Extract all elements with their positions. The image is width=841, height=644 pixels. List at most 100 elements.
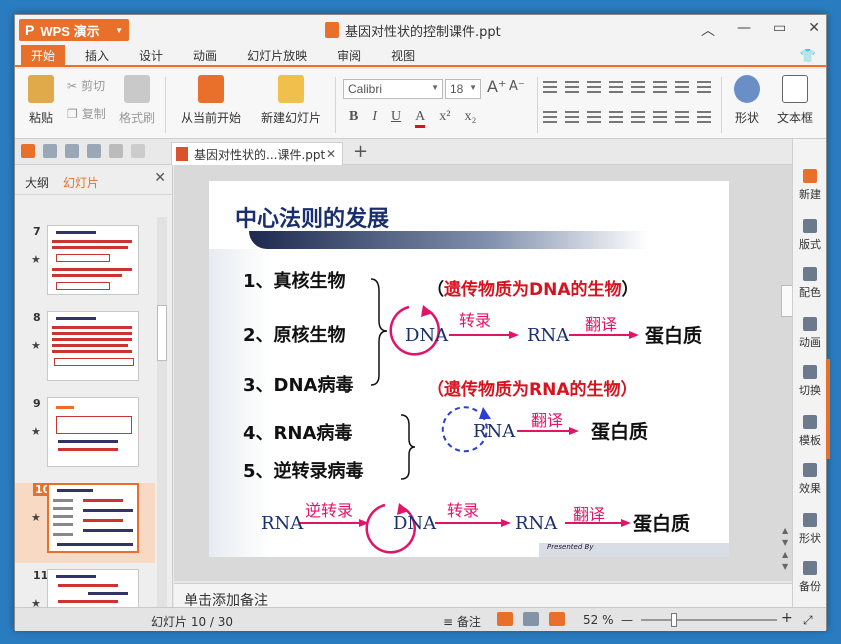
- fit-window-icon[interactable]: ⤢: [803, 613, 813, 628]
- star-icon: ★: [31, 597, 41, 607]
- print-preview-icon[interactable]: [87, 144, 101, 158]
- tab-insert[interactable]: 插入: [85, 45, 109, 66]
- note-dna-organisms[interactable]: （遗传物质为DNA的生物）: [427, 275, 639, 300]
- thumbnail-image: [47, 225, 139, 295]
- tab-review[interactable]: 审阅: [337, 45, 361, 66]
- tab-home[interactable]: 开始: [21, 44, 66, 66]
- open-folder-icon[interactable]: [21, 144, 35, 158]
- from-current-button[interactable]: 从当前开始: [173, 75, 249, 126]
- thumbnails-scrollbar[interactable]: [157, 217, 167, 607]
- slide-sorter-icon[interactable]: [523, 612, 539, 626]
- zoom-slider-knob[interactable]: [671, 613, 677, 627]
- cut-button[interactable]: ✂ 剪切: [67, 77, 105, 94]
- maximize-button[interactable]: ▭: [773, 20, 786, 40]
- close-button[interactable]: ✕: [808, 20, 820, 40]
- align-right-icon[interactable]: [587, 111, 601, 123]
- justify-icon[interactable]: [609, 111, 623, 123]
- note-rna-organisms[interactable]: （遗传物质为RNA的生物）: [427, 375, 637, 400]
- columns-icon[interactable]: [653, 81, 667, 93]
- shapes-button[interactable]: 形状: [793, 513, 827, 546]
- slide-thumbnail[interactable]: 7 ★: [15, 225, 155, 305]
- minimize-button[interactable]: —: [737, 20, 751, 40]
- tab-slides[interactable]: 幻灯片: [63, 174, 99, 191]
- paste-button[interactable]: 粘贴: [23, 75, 59, 126]
- tab-animation[interactable]: 动画: [193, 45, 217, 66]
- copy-button[interactable]: ❐ 复制: [67, 105, 106, 122]
- font-name-select[interactable]: Calibri ▼: [343, 79, 443, 99]
- redo-icon[interactable]: [131, 144, 145, 158]
- print-icon[interactable]: [65, 144, 79, 158]
- dna-label: DNA: [393, 513, 437, 534]
- animation-button[interactable]: 动画: [793, 317, 827, 350]
- close-tab-icon[interactable]: ✕: [326, 147, 336, 161]
- notes-toggle[interactable]: ≡ 备注: [443, 613, 481, 630]
- app-menu-button[interactable]: P WPS 演示 ▼: [19, 19, 129, 41]
- current-slide[interactable]: 中心法则的发展 1、真核生物 2、原核生物 3、DNA病毒 4、RNA病毒 5、…: [209, 181, 729, 557]
- zoom-slider[interactable]: [641, 613, 777, 627]
- shrink-font-icon[interactable]: A⁻: [509, 79, 525, 94]
- align-center-icon[interactable]: [565, 111, 579, 123]
- distribute-icon[interactable]: [631, 111, 645, 123]
- save-icon[interactable]: [43, 144, 57, 158]
- font-color-button[interactable]: A: [415, 109, 426, 128]
- layout-button[interactable]: 版式: [793, 219, 827, 252]
- template-footer: Presented By: [539, 543, 729, 557]
- format-painter-button[interactable]: 格式刷: [117, 75, 157, 126]
- new-slide-button[interactable]: 新建幻灯片: [253, 75, 329, 126]
- slide-thumbnail[interactable]: 9 ★: [15, 397, 155, 477]
- paragraph-spacing-icon[interactable]: [675, 111, 689, 123]
- skin-icon[interactable]: 👕: [800, 49, 816, 64]
- increase-indent-icon[interactable]: [609, 81, 623, 93]
- align-left-icon[interactable]: [543, 111, 557, 123]
- document-tab[interactable]: 基因对性状的...课件.ppt ✕: [171, 142, 343, 165]
- numbered-list-icon[interactable]: [565, 81, 579, 93]
- protein-label: 蛋白质: [591, 421, 649, 443]
- tab-slideshow[interactable]: 幻灯片放映: [247, 45, 307, 66]
- zoom-out-button[interactable]: —: [621, 613, 633, 627]
- normal-view-icon[interactable]: [497, 612, 513, 626]
- textbox-button[interactable]: 文本框: [773, 75, 817, 126]
- grow-font-icon[interactable]: A⁺: [487, 77, 506, 96]
- effects-button[interactable]: 效果: [793, 463, 827, 496]
- line-spacing-icon[interactable]: [675, 81, 689, 93]
- scrollbar-thumb[interactable]: [157, 305, 167, 361]
- slide-thumbnail[interactable]: 11 ★: [15, 569, 155, 607]
- slideshow-view-icon[interactable]: [549, 612, 565, 626]
- thumbnail-image: [47, 397, 139, 467]
- backup-button[interactable]: 备份: [793, 561, 827, 594]
- ribbon-tabs: 开始 插入 设计 动画 幻灯片放映 审阅 视图: [15, 44, 826, 67]
- slide-thumbnail-current[interactable]: 10 ★: [15, 483, 155, 563]
- text-box-align-icon[interactable]: [697, 111, 711, 123]
- font-size-select[interactable]: 18 ▼: [445, 79, 481, 99]
- title-bar: P WPS 演示 ▼ 基因对性状的控制课件.ppt ︿ — ▭ ✕: [15, 15, 826, 45]
- zoom-in-button[interactable]: +: [781, 610, 793, 626]
- slide-scrollbar[interactable]: ▲ ▼ ▲ ▼: [779, 265, 793, 571]
- pane-collapse-handle[interactable]: [826, 359, 830, 459]
- color-scheme-button[interactable]: 配色: [793, 267, 827, 300]
- tab-outline[interactable]: 大纲: [25, 174, 49, 191]
- tab-view[interactable]: 视图: [391, 45, 415, 66]
- subscript-icon[interactable]: x₂: [464, 109, 476, 128]
- template-button[interactable]: 模板: [793, 415, 827, 448]
- collapse-ribbon-button[interactable]: ︿: [701, 20, 715, 40]
- new-button[interactable]: 新建: [793, 169, 827, 202]
- superscript-icon[interactable]: x²: [439, 109, 450, 128]
- text-direction-icon[interactable]: [631, 81, 645, 93]
- align-text-icon[interactable]: [697, 81, 711, 93]
- zoom-level[interactable]: 52 %: [583, 613, 614, 627]
- bullet-list-icon[interactable]: [543, 81, 557, 93]
- close-icon[interactable]: ✕: [154, 170, 166, 186]
- thumbnail-image: [47, 311, 139, 381]
- line-spacing-icon[interactable]: [653, 111, 667, 123]
- backup-icon: [803, 561, 817, 575]
- underline-button[interactable]: U: [391, 109, 401, 128]
- undo-icon[interactable]: [109, 144, 123, 158]
- italic-button[interactable]: I: [372, 109, 377, 128]
- transition-button[interactable]: 切换: [793, 365, 827, 398]
- add-tab-icon[interactable]: +: [353, 141, 368, 162]
- bold-button[interactable]: B: [349, 109, 358, 128]
- tab-design[interactable]: 设计: [139, 45, 163, 66]
- slide-thumbnail[interactable]: 8 ★: [15, 311, 155, 391]
- shape-button[interactable]: 形状: [727, 75, 767, 126]
- decrease-indent-icon[interactable]: [587, 81, 601, 93]
